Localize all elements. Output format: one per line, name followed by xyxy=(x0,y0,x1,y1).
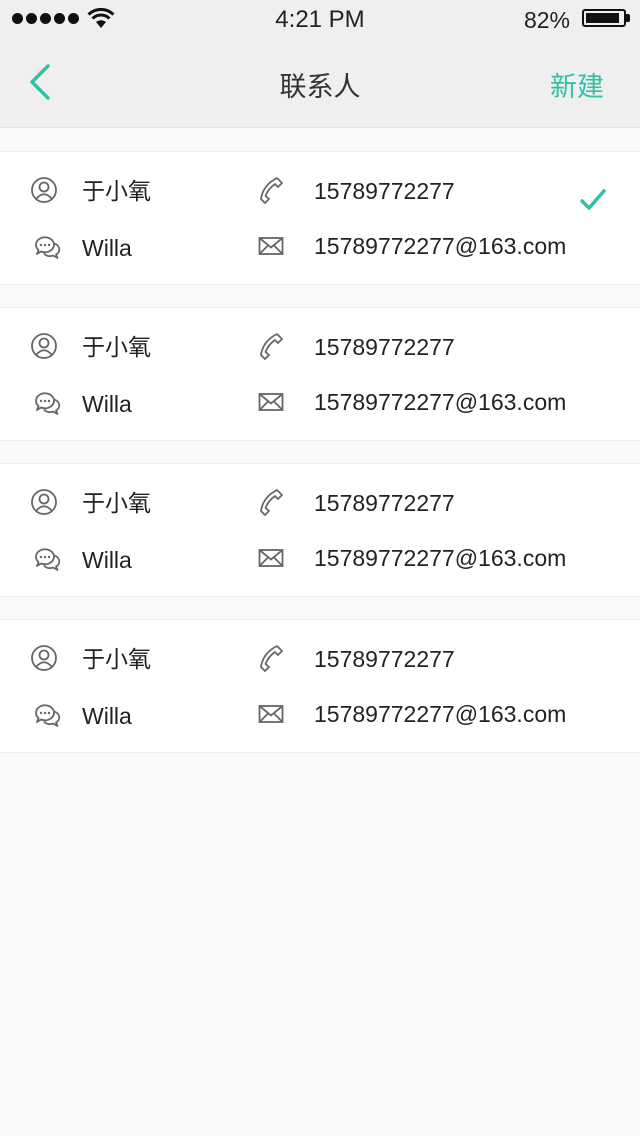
user-icon xyxy=(30,176,58,204)
contact-email[interactable]: 15789772277@163.com xyxy=(314,544,566,572)
contact-name: 于小氧 xyxy=(82,178,151,204)
checkmark-icon xyxy=(580,189,606,210)
contact-name: 于小氧 xyxy=(82,490,151,516)
contact-nickname: Willa xyxy=(82,547,132,573)
mail-icon[interactable] xyxy=(257,544,285,572)
phone-icon[interactable] xyxy=(258,176,286,204)
contact-email[interactable]: 15789772277@163.com xyxy=(314,388,566,416)
contact-card[interactable]: 于小氧 Willa 15789772277 15789772277@163.co… xyxy=(0,307,640,441)
new-contact-button[interactable]: 新建 xyxy=(550,65,604,104)
mail-icon[interactable] xyxy=(257,700,285,728)
contact-email[interactable]: 15789772277@163.com xyxy=(314,232,566,260)
contact-nickname: Willa xyxy=(82,235,132,261)
mail-icon[interactable] xyxy=(257,232,285,260)
contact-card[interactable]: 于小氧 Willa 15789772277 15789772277@163.co… xyxy=(0,619,640,753)
contact-phone[interactable]: 15789772277 xyxy=(314,333,455,361)
chat-icon xyxy=(33,234,61,262)
phone-icon[interactable] xyxy=(258,488,286,516)
contact-phone[interactable]: 15789772277 xyxy=(314,645,455,673)
phone-icon[interactable] xyxy=(258,332,286,360)
contact-phone[interactable]: 15789772277 xyxy=(314,489,455,517)
battery-percentage: 82% xyxy=(523,7,570,33)
battery-tip xyxy=(626,14,630,22)
status-bar: 4:21 PM 82% xyxy=(0,0,640,40)
contact-nickname: Willa xyxy=(82,391,132,417)
contact-name: 于小氧 xyxy=(82,646,151,672)
contact-name: 于小氧 xyxy=(82,334,151,360)
user-icon xyxy=(30,488,58,516)
contact-card[interactable]: 于小氧 Willa 15789772277 15789772277@163.co… xyxy=(0,463,640,597)
page-title: 联系人 xyxy=(279,72,361,102)
user-icon xyxy=(30,644,58,672)
contact-card[interactable]: 于小氧 Willa 15789772277 15789772277@163.co… xyxy=(0,151,640,285)
contact-list: 于小氧 Willa 15789772277 15789772277@163.co… xyxy=(0,151,640,775)
contact-nickname: Willa xyxy=(82,703,132,729)
chat-icon xyxy=(33,546,61,574)
user-icon xyxy=(30,332,58,360)
mail-icon[interactable] xyxy=(257,388,285,416)
battery-icon xyxy=(582,9,626,27)
nav-bar: 联系人 新建 xyxy=(0,40,640,128)
chat-icon xyxy=(33,390,61,418)
contact-email[interactable]: 15789772277@163.com xyxy=(314,700,566,728)
phone-icon[interactable] xyxy=(258,644,286,672)
contact-phone[interactable]: 15789772277 xyxy=(314,177,455,205)
chat-icon xyxy=(33,702,61,730)
